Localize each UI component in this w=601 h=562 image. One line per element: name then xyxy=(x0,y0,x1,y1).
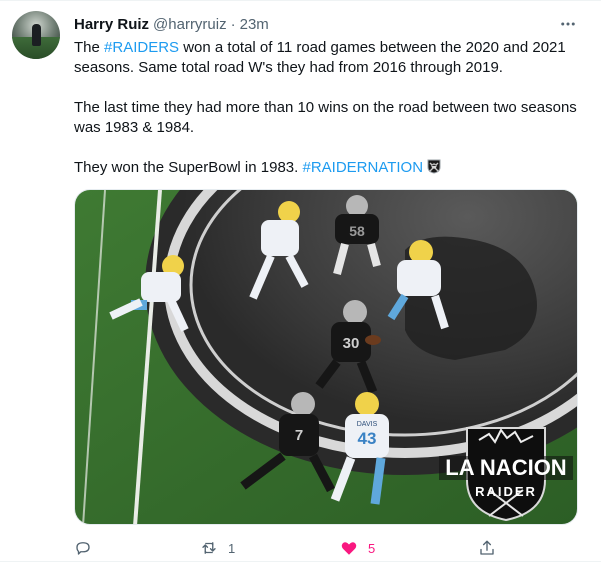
tweet-actions: 1 5 xyxy=(74,534,494,562)
tweet-photo[interactable]: 58 30 7 DAVIS 43 LA NACION RAIDER xyxy=(74,189,578,525)
tweet-paragraph-3: They won the SuperBowl in 1983. #RAIDERN… xyxy=(74,158,584,178)
header-separator: · xyxy=(230,15,236,33)
player-name-bar: DAVIS xyxy=(357,421,378,428)
reply-button[interactable] xyxy=(74,534,92,562)
watermark-text-line2: RAIDER xyxy=(475,484,537,499)
tweet-text: The #RAIDERS won a total of 11 road game… xyxy=(74,38,584,178)
tweet-paragraph-2: The last time they had more than 10 wins… xyxy=(74,99,577,136)
retweet-icon xyxy=(202,542,216,554)
tweet-paragraph-1: The #RAIDERS won a total of 11 road game… xyxy=(74,38,584,78)
author-name[interactable]: Harry Ruiz xyxy=(74,16,149,33)
retweet-button[interactable]: 1 xyxy=(200,534,235,562)
author-handle[interactable]: @harryruiz xyxy=(153,16,227,33)
jersey-number-30: 30 xyxy=(343,335,360,352)
watermark-text-line1: LA NACION xyxy=(445,455,566,480)
text-segment: The xyxy=(74,39,105,56)
raiders-shield-icon xyxy=(427,159,441,174)
heart-filled-icon xyxy=(341,542,357,555)
football-photo: 58 30 7 DAVIS 43 LA NACION RAIDER xyxy=(75,190,577,524)
jersey-number-58: 58 xyxy=(349,223,365,239)
tweet-header: Harry Ruiz @harryruiz · 23m xyxy=(74,13,589,35)
tweet-timestamp[interactable]: 23m xyxy=(240,16,269,33)
retweet-count: 1 xyxy=(228,540,236,556)
more-options-button[interactable] xyxy=(553,9,583,39)
tweet[interactable]: Harry Ruiz @harryruiz · 23m The #RAIDERS… xyxy=(0,0,601,562)
avatar[interactable] xyxy=(12,11,60,59)
share-button[interactable] xyxy=(478,534,496,562)
more-horizontal-icon xyxy=(561,22,575,26)
text-segment: They won the SuperBowl in 1983. xyxy=(74,159,303,176)
reply-icon xyxy=(76,542,90,555)
avatar-figure xyxy=(32,24,41,46)
hashtag-raiders[interactable]: #RAIDERS xyxy=(104,39,179,56)
like-button[interactable]: 5 xyxy=(340,534,375,562)
share-icon xyxy=(480,540,494,555)
jersey-number-7: 7 xyxy=(295,427,303,444)
like-count: 5 xyxy=(368,540,376,556)
hashtag-raidernation[interactable]: #RAIDERNATION xyxy=(302,159,423,176)
jersey-number-43: 43 xyxy=(358,429,377,448)
